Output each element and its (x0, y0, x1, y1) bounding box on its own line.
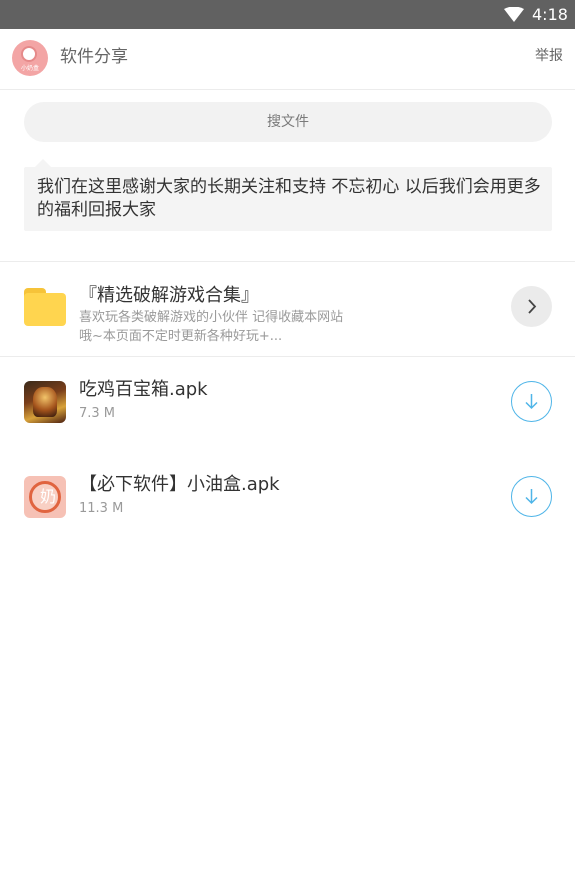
app-header: 小奶盒 软件分享 举报 (0, 29, 575, 90)
status-time: 4:18 (532, 5, 568, 24)
download-icon (525, 394, 538, 410)
app-icon (24, 381, 66, 423)
download-icon (525, 489, 538, 505)
file-size: 7.3 M (79, 406, 116, 421)
file-size: 11.3 M (79, 501, 124, 516)
notice-text: 我们在这里感谢大家的长期关注和支持 不忘初心 以后我们会用更多的福利回报大家 (37, 177, 541, 220)
avatar-logo-icon (21, 46, 37, 62)
download-button[interactable] (511, 381, 552, 422)
file-name: 吃鸡百宝箱.apk (79, 379, 208, 400)
notice-tail (35, 159, 51, 167)
open-folder-button[interactable] (511, 286, 552, 327)
avatar[interactable]: 小奶盒 (12, 40, 48, 76)
folder-desc-line-1: 喜欢玩各类破解游戏的小伙伴 记得收藏本网站 (79, 310, 344, 325)
divider (0, 356, 575, 357)
file-row[interactable] (0, 458, 575, 538)
status-bar: 4:18 (0, 0, 575, 29)
page-title: 软件分享 (60, 47, 128, 67)
search-placeholder: 搜文件 (267, 114, 309, 130)
notice-bubble: 我们在这里感谢大家的长期关注和支持 不忘初心 以后我们会用更多的福利回报大家 (24, 167, 552, 231)
folder-icon (24, 288, 66, 326)
search-bar[interactable]: 搜文件 (24, 102, 552, 142)
download-button[interactable] (511, 476, 552, 517)
folder-description: 喜欢玩各类破解游戏的小伙伴 记得收藏本网站 哦~本页面不定时更新各种好玩+... (79, 308, 389, 346)
folder-title: 『精选破解游戏合集』 (79, 285, 259, 306)
report-button[interactable]: 举报 (535, 47, 563, 65)
chevron-right-icon (528, 299, 537, 314)
file-name: 【必下软件】小油盒.apk (79, 474, 280, 495)
app-icon: 奶 (24, 476, 66, 518)
folder-desc-line-2: 哦~本页面不定时更新各种好玩+... (79, 329, 283, 344)
avatar-text: 小奶盒 (20, 65, 39, 72)
wifi-icon (504, 7, 524, 22)
file-row[interactable] (0, 362, 575, 442)
